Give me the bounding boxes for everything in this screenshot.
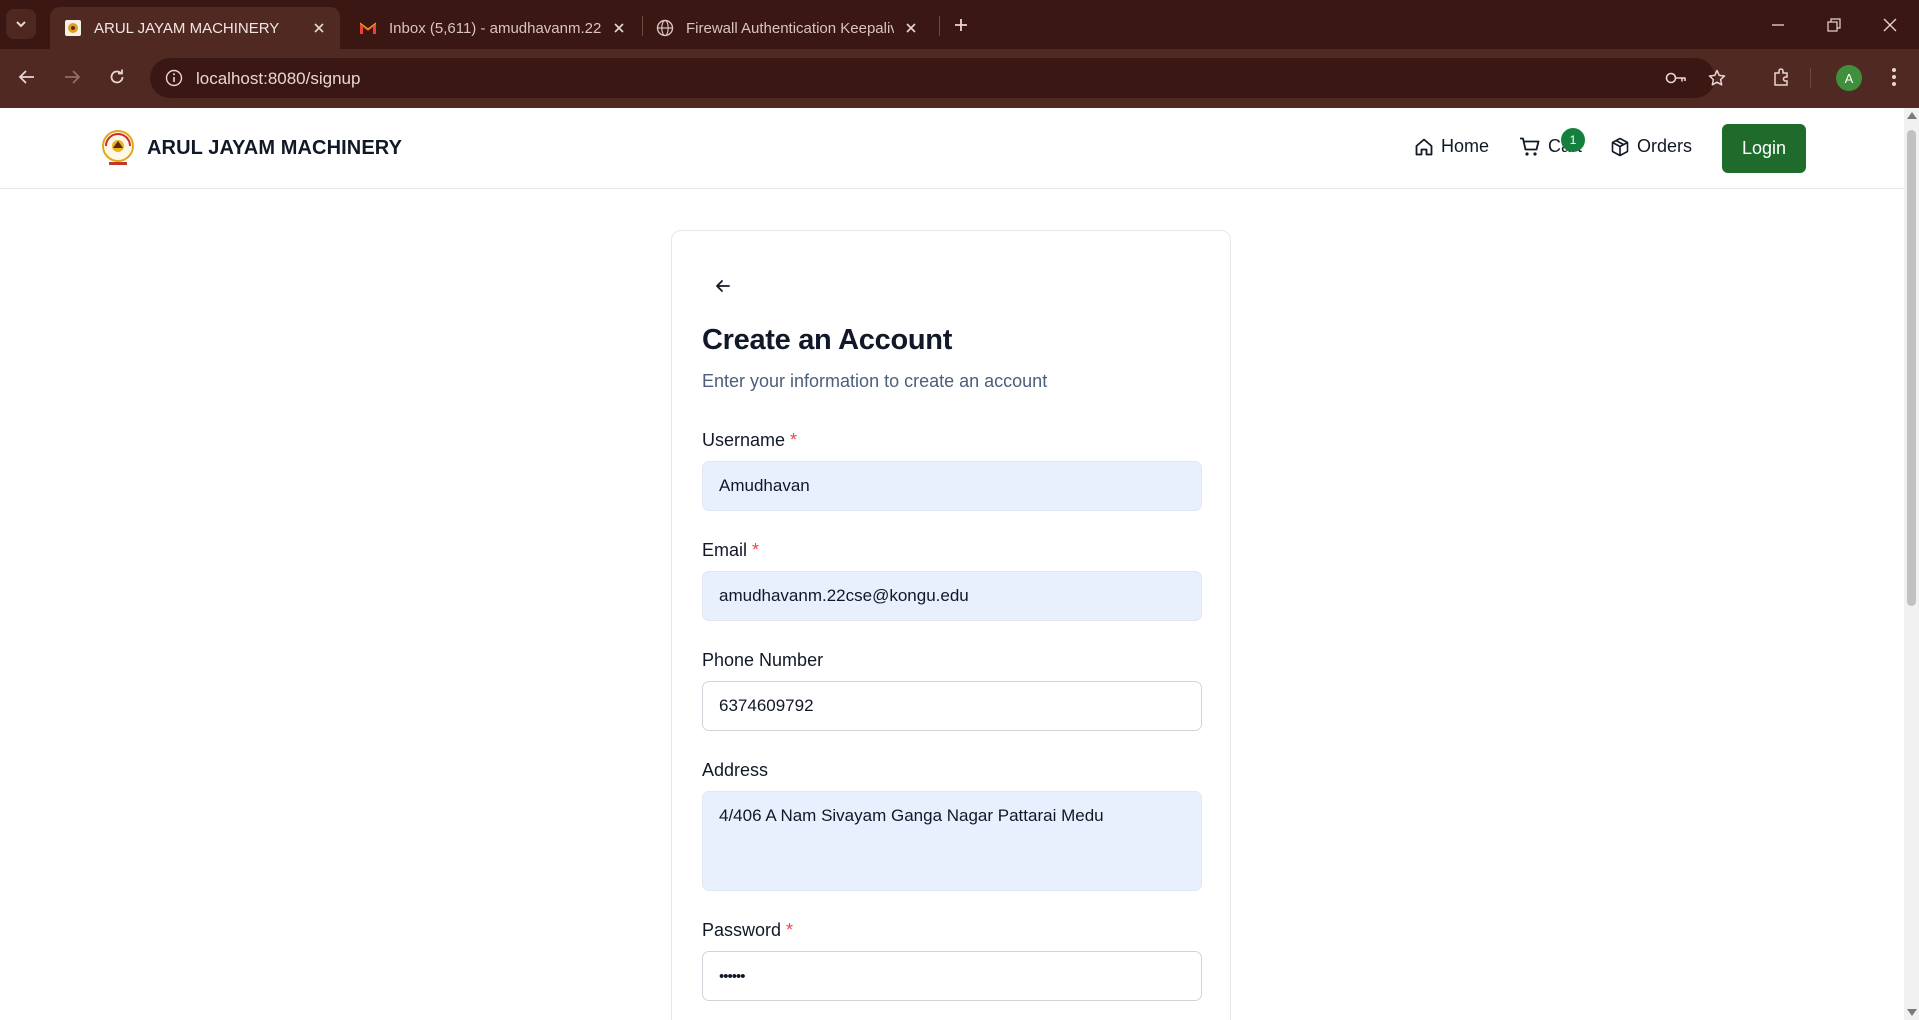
email-label: Email * — [702, 540, 759, 561]
home-icon — [1415, 138, 1433, 155]
page-title: Create an Account — [702, 324, 953, 356]
address-label: Address — [702, 760, 769, 780]
username-input[interactable]: Amudhavan — [702, 461, 1202, 511]
reload-button[interactable] — [100, 60, 134, 94]
required-asterisk: * — [786, 920, 794, 940]
page-subtitle: Enter your information to create an acco… — [702, 371, 1048, 391]
close-tab-icon[interactable] — [608, 17, 630, 39]
back-nav-button[interactable] — [10, 60, 44, 94]
toolbar-divider — [1810, 68, 1811, 88]
nav-orders-label: Orders — [1637, 136, 1693, 156]
site-favicon-icon — [64, 19, 82, 37]
required-asterisk: * — [790, 430, 798, 450]
site-info-icon[interactable] — [160, 64, 188, 92]
nav-home-link[interactable]: Home — [1414, 136, 1489, 157]
url-text[interactable]: localhost:8080/signup — [196, 69, 360, 89]
phone-label: Phone Number — [702, 650, 824, 670]
restore-icon — [1827, 17, 1841, 32]
forward-nav-button[interactable] — [55, 60, 89, 94]
tab-title: ARUL JAYAM MACHINERY — [94, 19, 280, 37]
browser-menu-button[interactable] — [1877, 60, 1911, 94]
extensions-button[interactable] — [1765, 60, 1799, 94]
globe-icon — [656, 19, 674, 37]
tab-search-button[interactable] — [6, 9, 36, 39]
close-window-button[interactable] — [1862, 0, 1918, 49]
tab-title: Firewall Authentication Keepaliv — [686, 19, 894, 37]
arrow-left-icon — [716, 280, 730, 292]
required-asterisk: * — [752, 540, 760, 560]
browser-toolbar: localhost:8080/signup A — [0, 49, 1919, 108]
tab-title: Inbox (5,611) - amudhavanm.22 — [389, 19, 602, 37]
scrollbar-thumb[interactable] — [1907, 130, 1916, 606]
arrow-right-icon — [65, 70, 81, 84]
minimize-icon — [1772, 23, 1784, 26]
nav-orders-link[interactable]: Orders — [1610, 136, 1692, 157]
address-bar[interactable]: localhost:8080/signup — [150, 58, 1726, 98]
back-button[interactable] — [708, 271, 738, 301]
profile-initial: A — [1844, 70, 1854, 86]
tab-separator — [939, 16, 940, 36]
password-label-text: Password — [702, 920, 782, 940]
email-label-text: Email — [702, 540, 748, 560]
tab-arul-jayam[interactable]: ARUL JAYAM MACHINERY — [50, 7, 340, 49]
restore-button[interactable] — [1806, 0, 1862, 49]
tab-firewall-auth[interactable]: Firewall Authentication Keepaliv — [642, 7, 932, 49]
plus-icon — [955, 19, 967, 31]
tab-gmail-inbox[interactable]: Inbox (5,611) - amudhavanm.22 — [345, 7, 640, 49]
login-button[interactable]: Login — [1722, 124, 1806, 173]
username-label: Username * — [702, 430, 797, 451]
arrow-left-icon — [18, 70, 34, 84]
password-label: Password * — [702, 920, 793, 941]
username-label-text: Username — [702, 430, 786, 450]
shopping-cart-icon — [1520, 137, 1540, 156]
password-key-icon[interactable] — [1662, 64, 1690, 92]
bookmark-star-icon[interactable] — [1703, 64, 1731, 92]
close-icon — [1883, 18, 1897, 31]
profile-avatar[interactable]: A — [1836, 65, 1862, 91]
brand[interactable]: ARUL JAYAM MACHINERY — [101, 129, 402, 167]
brand-name: ARUL JAYAM MACHINERY — [147, 136, 403, 159]
site-header: ARUL JAYAM MACHINERY Home Cart 1 Orders … — [0, 108, 1904, 189]
puzzle-icon — [1774, 68, 1788, 86]
nav-home-label: Home — [1441, 136, 1490, 156]
page-viewport: ARUL JAYAM MACHINERY Home Cart 1 Orders … — [0, 108, 1904, 1020]
package-icon — [1611, 137, 1629, 156]
browser-tabstrip: ARUL JAYAM MACHINERY Inbox (5,611) - amu… — [0, 0, 1919, 49]
scroll-down-arrow-icon[interactable] — [1907, 1009, 1917, 1016]
gmail-icon — [359, 19, 377, 37]
reload-icon — [110, 69, 124, 84]
page-scrollbar[interactable] — [1904, 108, 1919, 1020]
password-input[interactable]: •••••• — [702, 951, 1202, 1001]
more-vertical-icon — [1892, 68, 1896, 86]
minimize-button[interactable] — [1750, 0, 1806, 49]
email-input[interactable]: amudhavanm.22cse@kongu.edu — [702, 571, 1202, 621]
scroll-up-arrow-icon[interactable] — [1907, 112, 1917, 119]
address-textarea[interactable]: 4/406 A Nam Sivayam Ganga Nagar Pattarai… — [702, 791, 1202, 891]
signup-card: Create an Account Enter your information… — [671, 230, 1231, 1020]
brand-logo — [102, 130, 134, 165]
phone-input[interactable]: 6374609792 — [702, 681, 1202, 731]
chevron-down-icon — [16, 21, 26, 28]
cart-count-badge: 1 — [1561, 128, 1585, 152]
close-tab-icon[interactable] — [900, 17, 922, 39]
close-tab-icon[interactable] — [308, 17, 330, 39]
new-tab-button[interactable] — [947, 11, 975, 39]
